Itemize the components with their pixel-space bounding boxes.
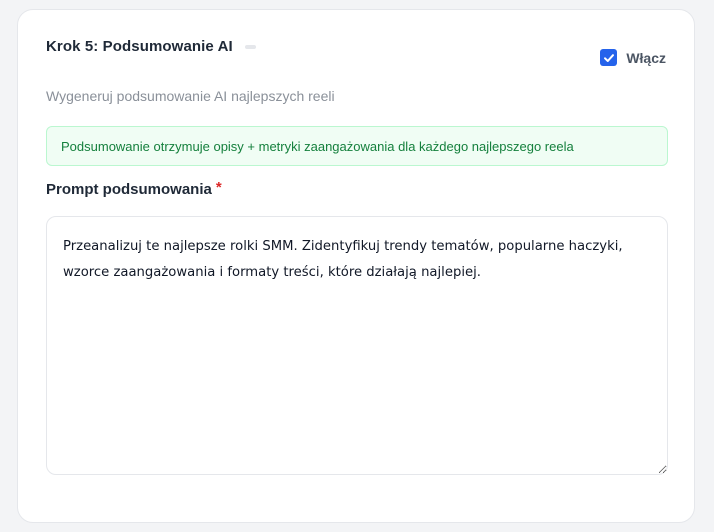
check-icon	[603, 53, 614, 62]
info-banner: Podsumowanie otrzymuje opisy + metryki z…	[46, 126, 668, 166]
step-header: Krok 5: Podsumowanie AI	[46, 38, 256, 55]
enable-label: Włącz	[626, 49, 666, 66]
prompt-textarea[interactable]	[46, 216, 668, 475]
enable-toggle[interactable]: Włącz	[600, 49, 666, 66]
enable-checkbox[interactable]	[600, 49, 618, 66]
required-mark: *	[215, 179, 222, 196]
prompt-label-text: Prompt podsumowania	[46, 181, 212, 198]
prompt-label: Prompt podsumowania *	[46, 179, 222, 198]
step-card: Krok 5: Podsumowanie AI Włącz Wygeneruj …	[17, 9, 695, 523]
step-badge	[244, 44, 256, 49]
step-description: Wygeneruj podsumowanie AI najlepszych re…	[46, 88, 335, 104]
step-title: Krok 5: Podsumowanie AI	[46, 38, 233, 55]
info-text: Podsumowanie otrzymuje opisy + metryki z…	[61, 138, 574, 154]
